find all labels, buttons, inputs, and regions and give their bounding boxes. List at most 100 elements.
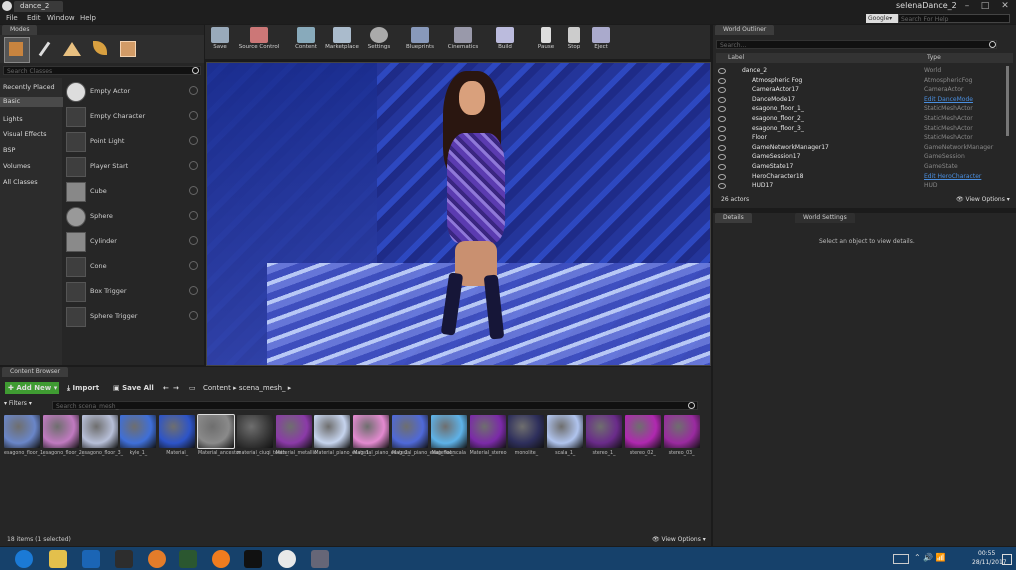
menu-edit[interactable]: Edit — [27, 14, 41, 22]
geometry-mode-icon[interactable] — [116, 37, 140, 61]
asset-tile[interactable]: scala_1_ — [547, 415, 584, 467]
place-player-start[interactable]: Player Start — [66, 155, 200, 177]
visibility-eye-icon[interactable] — [718, 116, 726, 122]
marketplace-button[interactable]: Marketplace — [324, 25, 360, 58]
outliner-row-edit-link[interactable]: Edit DanceMode — [924, 95, 973, 105]
notifications-icon[interactable] — [1002, 554, 1012, 565]
outliner-row[interactable]: Atmospheric Fog AtmosphericFog — [716, 76, 1006, 86]
save-button[interactable]: Save — [208, 25, 232, 58]
category-basic[interactable]: Basic — [0, 97, 63, 107]
menu-file[interactable]: File — [6, 14, 18, 22]
asset-tile[interactable]: Material_metallic — [275, 415, 317, 467]
outliner-row[interactable]: esagono_floor_1_ StaticMeshActor — [716, 104, 1006, 114]
asset-tile[interactable]: Material_piano_esag_2_ — [353, 415, 410, 467]
maximize-icon[interactable]: □ — [978, 0, 992, 12]
world-outliner-tab[interactable]: World Outliner — [715, 25, 775, 35]
asset-tile[interactable]: stereo_1_ — [586, 415, 622, 467]
visibility-eye-icon[interactable] — [718, 135, 726, 142]
outliner-row[interactable]: Floor StaticMeshActor — [716, 133, 1006, 143]
outliner-row[interactable]: HUD17 HUD — [716, 181, 1006, 191]
content-button[interactable]: Content — [292, 25, 320, 58]
asset-tile[interactable]: Material_stereo — [469, 415, 507, 467]
search-provider-dropdown[interactable]: Google▾ — [866, 14, 898, 23]
paint-mode-icon[interactable] — [32, 37, 56, 61]
history-back-icon[interactable]: ← — [163, 382, 169, 394]
place-cone[interactable]: Cone — [66, 255, 200, 277]
visibility-eye-icon[interactable] — [718, 87, 726, 94]
visibility-eye-icon[interactable] — [718, 106, 726, 113]
blender-icon[interactable] — [212, 550, 230, 568]
asset-tile[interactable]: Material_piano_esag_1_ — [314, 415, 371, 467]
visibility-eye-icon[interactable] — [718, 144, 726, 151]
epic-games-icon[interactable] — [244, 550, 262, 568]
app-icon[interactable] — [115, 550, 133, 568]
visibility-eye-icon[interactable] — [718, 77, 726, 84]
minimize-icon[interactable]: – — [960, 0, 974, 12]
category-recently-placed[interactable]: Recently Placed — [3, 83, 55, 91]
place-point-light[interactable]: Point Light — [66, 130, 200, 152]
source-control-button[interactable]: Source Control — [236, 25, 282, 58]
column-label-header[interactable]: Label — [728, 54, 744, 61]
asset-tile[interactable]: kyle_1_ — [120, 415, 157, 467]
outliner-row[interactable]: HeroCharacter18 Edit HeroCharacter — [716, 172, 1006, 182]
close-icon[interactable]: ✕ — [998, 0, 1012, 12]
landscape-mode-icon[interactable] — [60, 37, 84, 61]
place-box-trigger[interactable]: Box Trigger — [66, 280, 200, 302]
visual-studio-icon[interactable] — [82, 550, 100, 568]
breadcrumb-scena-mesh[interactable]: scena_mesh_ — [239, 384, 286, 392]
settings-button[interactable]: Settings — [366, 25, 392, 58]
place-cylinder[interactable]: Cylinder — [66, 230, 200, 252]
outliner-row[interactable]: GameNetworkManager17 GameNetworkManager — [716, 143, 1006, 153]
outliner-row[interactable]: GameSession17 GameSession — [716, 152, 1006, 162]
outliner-row[interactable]: esagono_floor_2_ StaticMeshActor — [716, 114, 1006, 124]
category-all-classes[interactable]: All Classes — [3, 178, 38, 186]
outliner-search-input[interactable]: Search... — [716, 40, 997, 49]
asset-tile[interactable]: stereo_03_ — [663, 415, 700, 467]
column-type-header[interactable]: Type — [927, 54, 941, 61]
blueprints-button[interactable]: Blueprints — [404, 25, 436, 58]
menu-window[interactable]: Window — [47, 14, 75, 22]
modes-tab[interactable]: Modes — [2, 25, 38, 35]
visibility-eye-icon[interactable] — [718, 154, 726, 161]
foliage-mode-icon[interactable] — [88, 37, 112, 61]
asset-tile[interactable]: stereo_02_ — [624, 415, 661, 467]
category-visual-effects[interactable]: Visual Effects — [3, 130, 47, 138]
cinematics-button[interactable]: Cinematics — [446, 25, 480, 58]
outliner-row[interactable]: esagono_floor_3_ StaticMeshActor — [716, 124, 1006, 134]
outliner-row[interactable]: DanceMode17 Edit DanceMode — [716, 95, 1006, 105]
level-tab[interactable]: dance_2 — [14, 1, 64, 12]
category-bsp[interactable]: BSP — [3, 146, 15, 154]
breadcrumb-content[interactable]: Content — [203, 384, 231, 392]
place-cube[interactable]: Cube — [66, 180, 200, 202]
media-player-icon[interactable] — [179, 550, 197, 568]
asset-tile[interactable]: Material_piano_esag_floor — [392, 415, 454, 467]
place-sphere[interactable]: Sphere — [66, 205, 200, 227]
visibility-eye-icon[interactable] — [718, 68, 726, 74]
place-mode-icon[interactable] — [4, 37, 30, 63]
visibility-eye-icon[interactable] — [718, 183, 726, 190]
file-explorer-icon[interactable] — [49, 550, 67, 568]
eject-button[interactable]: Eject — [590, 25, 612, 58]
outliner-scrollbar[interactable] — [1006, 66, 1009, 136]
visibility-eye-icon[interactable] — [718, 173, 726, 180]
details-tab[interactable]: Details — [715, 213, 752, 223]
visibility-eye-icon[interactable] — [718, 164, 726, 170]
world-settings-tab[interactable]: World Settings — [795, 213, 855, 223]
save-all-button[interactable]: ▣ Save All — [113, 382, 154, 394]
asset-tile[interactable]: material_ciuqi_teeth_ — [236, 415, 288, 467]
menu-help[interactable]: Help — [80, 14, 96, 22]
stop-button[interactable]: Stop — [563, 25, 585, 58]
search-classes-input[interactable]: Search Classes — [3, 66, 201, 75]
add-new-button[interactable]: ✚ Add New ▾ — [5, 382, 59, 394]
outliner-row[interactable]: GameState17 GameState — [716, 162, 1006, 172]
level-viewport[interactable] — [206, 62, 711, 366]
outliner-row[interactable]: CameraActor17 CameraActor — [716, 85, 1006, 95]
firefox-icon[interactable] — [148, 550, 166, 568]
outliner-row[interactable]: dance_2 World — [716, 66, 1006, 76]
ie-icon[interactable] — [15, 550, 33, 568]
tray-icons[interactable]: ⌃ 🔊 📶 — [914, 553, 970, 563]
filters-button[interactable]: ▾ Filters ▾ — [4, 400, 32, 407]
asset-tile[interactable]: Material_scala — [430, 415, 467, 467]
visibility-eye-icon[interactable] — [718, 96, 726, 103]
pause-button[interactable]: Pause — [535, 25, 557, 58]
